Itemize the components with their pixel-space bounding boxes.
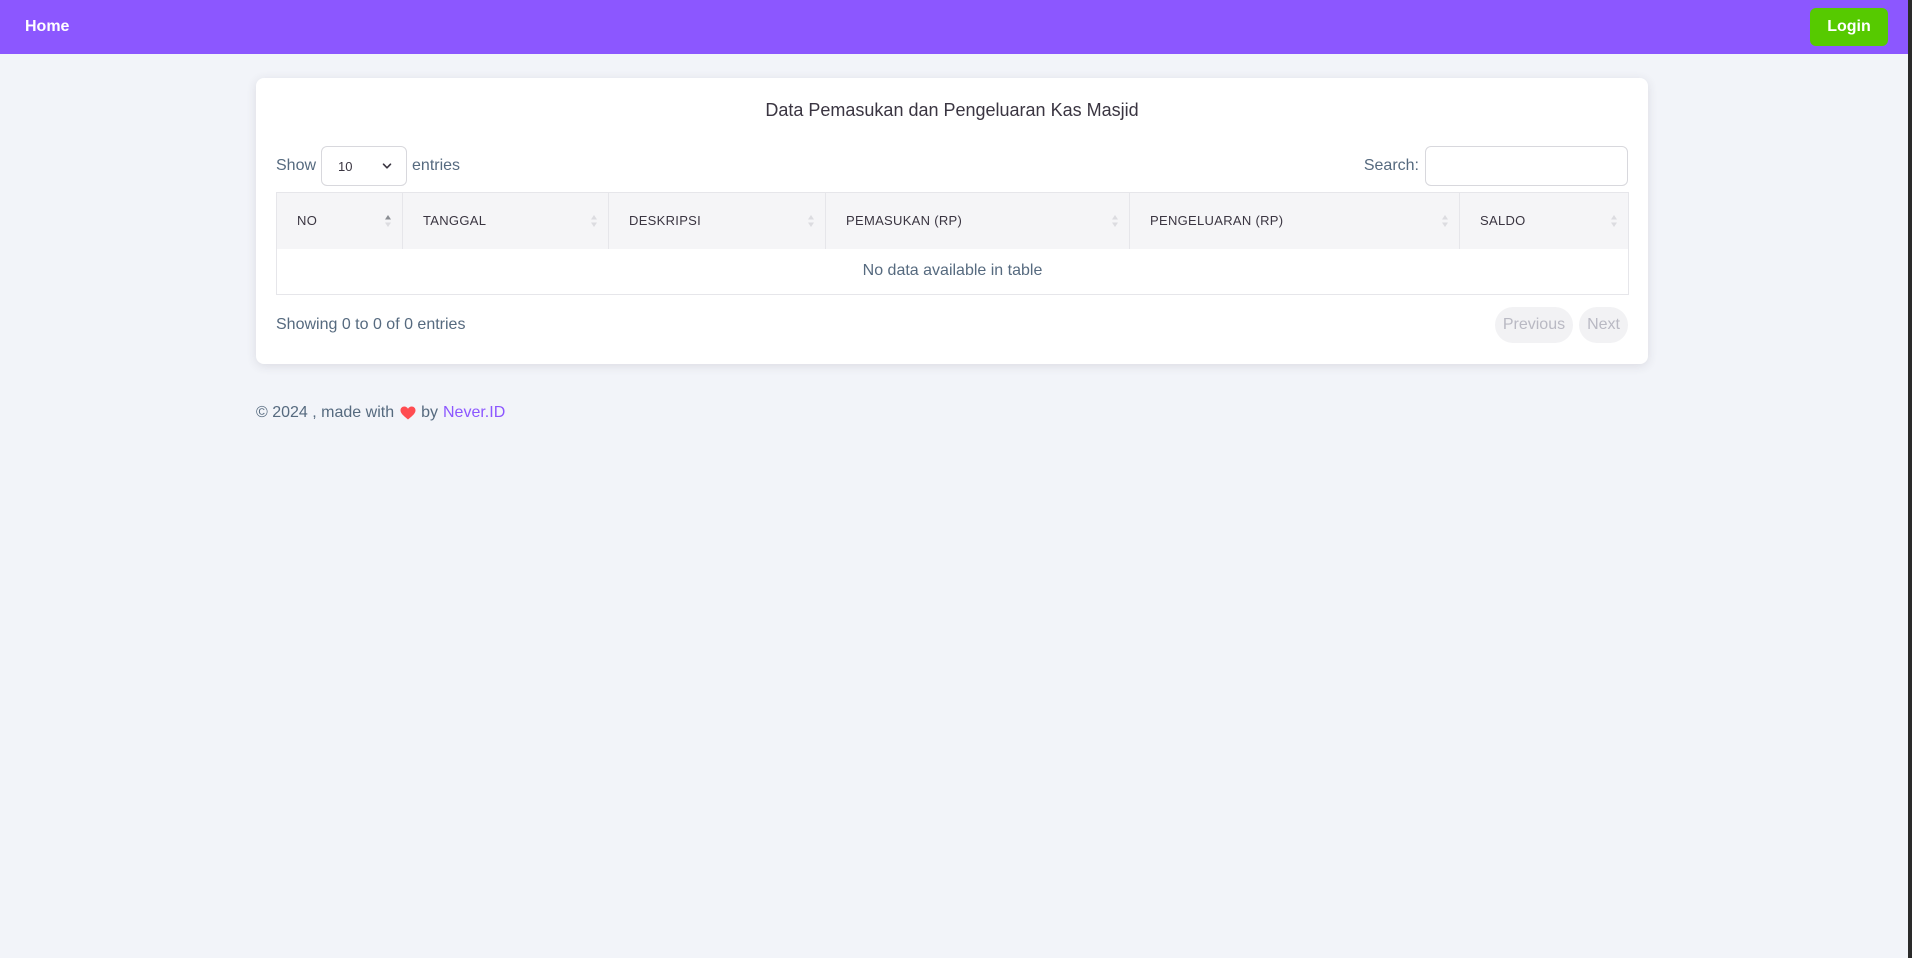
sort-arrows-icon <box>591 215 597 227</box>
column-header-deskripsi[interactable]: DESKRIPSI <box>608 192 826 249</box>
pagination: Previous Next <box>1494 307 1628 343</box>
sort-arrows-icon <box>1442 215 1448 227</box>
data-card: Data Pemasukan dan Pengeluaran Kas Masji… <box>256 78 1648 364</box>
sort-arrows-icon <box>808 215 814 227</box>
sort-arrows-icon <box>385 215 391 227</box>
chevron-down-icon <box>382 163 392 169</box>
cash-table: NO TANGGAL DESKRIPSI PEMASUKAN (RP) PENG… <box>276 192 1629 295</box>
window-edge-scrollbar <box>1908 0 1912 958</box>
show-label: Show <box>276 157 317 174</box>
previous-button[interactable]: Previous <box>1494 307 1574 343</box>
heart-icon <box>400 406 416 420</box>
column-header-no[interactable]: NO <box>276 192 403 249</box>
column-header-pemasukan[interactable]: PEMASUKAN (RP) <box>825 192 1130 249</box>
column-header-label: DESKRIPSI <box>629 213 702 229</box>
next-button[interactable]: Next <box>1579 307 1628 343</box>
search-control: Search: <box>1364 146 1628 186</box>
table-footer: Showing 0 to 0 of 0 entries Previous Nex… <box>276 306 1628 344</box>
entries-label: entries <box>412 157 461 174</box>
search-input[interactable] <box>1425 146 1628 186</box>
sort-arrows-icon <box>1112 215 1118 227</box>
empty-table-message: No data available in table <box>276 248 1629 295</box>
column-header-label: SALDO <box>1480 213 1526 229</box>
table-row: No data available in table <box>276 248 1629 295</box>
entries-length-control: Show 10 entries <box>276 146 460 186</box>
card-title: Data Pemasukan dan Pengeluaran Kas Masji… <box>765 100 1139 120</box>
column-header-pengeluaran[interactable]: PENGELUARAN (RP) <box>1129 192 1460 249</box>
entries-select[interactable]: 10 <box>321 146 408 186</box>
entries-select-value: 10 <box>338 158 353 174</box>
footer-prefix: © 2024 , made with <box>256 404 395 421</box>
sort-arrows-icon <box>1611 215 1617 227</box>
column-header-label: TANGGAL <box>423 213 487 229</box>
nav-home-link[interactable]: Home <box>25 18 69 36</box>
search-label: Search: <box>1363 157 1419 174</box>
login-button[interactable]: Login <box>1810 8 1888 46</box>
top-navbar: Home Login <box>0 0 1912 54</box>
entries-info: Showing 0 to 0 of 0 entries <box>276 316 466 333</box>
column-header-saldo[interactable]: SALDO <box>1459 192 1629 249</box>
column-header-tanggal[interactable]: TANGGAL <box>402 192 609 249</box>
column-header-label: PEMASUKAN (RP) <box>846 213 963 229</box>
column-header-label: NO <box>297 213 318 229</box>
column-header-label: PENGELUARAN (RP) <box>1150 213 1284 229</box>
table-header-row: NO TANGGAL DESKRIPSI PEMASUKAN (RP) PENG… <box>276 192 1629 249</box>
footer-author-link[interactable]: Never.ID <box>443 404 505 422</box>
table-controls: Show 10 entries Search: <box>276 146 1628 186</box>
footer-by: by <box>421 404 438 421</box>
page-footer: © 2024 , made with by Never.ID <box>256 404 505 422</box>
